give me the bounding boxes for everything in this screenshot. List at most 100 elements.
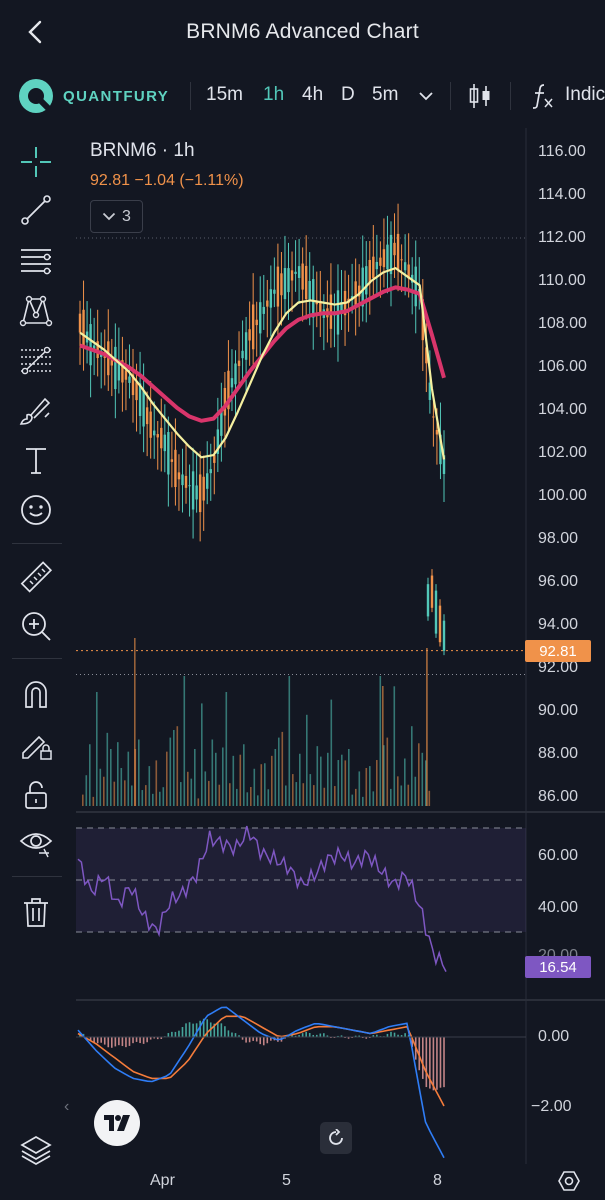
volume-bar xyxy=(260,764,263,806)
volume-bar xyxy=(299,753,301,806)
horizontal-lines-icon xyxy=(21,249,51,275)
chevron-down-icon xyxy=(102,212,116,221)
candle-body xyxy=(142,390,145,427)
candle-body xyxy=(78,313,82,333)
emoji-tool[interactable] xyxy=(16,490,56,530)
candle-body xyxy=(188,485,191,487)
timeframe-1h[interactable]: 1h xyxy=(263,84,284,106)
candle-body xyxy=(230,378,234,388)
candle-body xyxy=(153,430,156,436)
chevron-down-icon xyxy=(419,92,433,101)
rsi-current-tag: 16.54 xyxy=(525,956,591,978)
trend-line-tool[interactable] xyxy=(16,190,56,230)
macd-histogram-bar xyxy=(234,1033,237,1037)
volume-bar xyxy=(92,796,95,806)
volume-bar xyxy=(292,774,294,806)
volume-bar xyxy=(257,795,259,806)
volume-bar xyxy=(320,756,322,806)
measure-tool[interactable] xyxy=(16,558,56,598)
brush-tool[interactable] xyxy=(16,390,56,430)
candle-body xyxy=(195,485,198,500)
volume-bar xyxy=(288,676,291,806)
volume-bar xyxy=(376,760,378,806)
chart-settings-button[interactable] xyxy=(552,1166,586,1196)
volume-bar xyxy=(369,766,371,806)
hide-drawings-tool[interactable] xyxy=(16,822,56,862)
text-icon xyxy=(26,448,46,474)
macd-histogram-bar xyxy=(266,1037,269,1044)
macd-histogram-bar xyxy=(121,1037,124,1047)
object-tree-button[interactable] xyxy=(16,1130,56,1170)
macd-histogram-bar xyxy=(178,1030,180,1037)
rsi-axis-label: 60.00 xyxy=(538,847,579,864)
candle-body xyxy=(354,281,357,306)
candle-body xyxy=(290,270,294,281)
toggle-toolbar-button[interactable]: ‹ xyxy=(64,1098,69,1116)
candle-body xyxy=(301,263,304,290)
candle-body xyxy=(304,265,308,300)
volume-bar xyxy=(390,788,392,806)
zoom-tool[interactable] xyxy=(16,606,56,646)
current-price-tag: 92.81 xyxy=(525,640,591,662)
lock-drawings-tool[interactable] xyxy=(16,774,56,814)
indicators-button[interactable] xyxy=(530,82,556,110)
volume-bar xyxy=(407,784,410,806)
timeframe-4h[interactable]: 4h xyxy=(302,84,323,106)
volume-bar xyxy=(208,780,210,806)
tradingview-logo[interactable] xyxy=(94,1100,140,1146)
candle-body xyxy=(255,319,258,326)
indicators-label[interactable]: Indic xyxy=(565,84,605,106)
remove-drawings-tool[interactable] xyxy=(16,892,56,932)
macd-histogram-bar xyxy=(174,1031,177,1037)
volume-bar xyxy=(274,749,277,806)
price-axis-label: 86.00 xyxy=(538,788,579,805)
macd-histogram-bar xyxy=(142,1037,145,1044)
candle-body xyxy=(273,289,276,294)
volume-bar xyxy=(355,788,357,806)
horizontal-lines-tool[interactable] xyxy=(16,240,56,280)
candle-body xyxy=(198,474,202,513)
candle-body xyxy=(251,304,255,350)
brand-name: QUANTFURY xyxy=(63,87,170,105)
volume-bar xyxy=(306,714,308,806)
candle-body xyxy=(89,324,92,366)
volume-bar xyxy=(337,760,340,806)
stay-in-drawing-mode-tool[interactable] xyxy=(16,724,56,764)
volume-bar xyxy=(309,774,312,806)
pattern-tool[interactable] xyxy=(16,290,56,330)
chart-type-button[interactable] xyxy=(468,82,492,110)
candle-body xyxy=(184,475,188,488)
fib-tool[interactable] xyxy=(16,340,56,380)
macd-histogram-bar xyxy=(425,1037,428,1088)
back-button[interactable] xyxy=(26,14,66,50)
crosshair-tool[interactable] xyxy=(16,142,56,182)
volume-bar xyxy=(246,792,249,806)
text-tool[interactable] xyxy=(16,440,56,480)
volume-bar xyxy=(89,744,91,806)
macd-histogram-bar xyxy=(432,1037,435,1091)
candle-body xyxy=(135,382,138,401)
volume-bar xyxy=(365,768,368,806)
tool-divider xyxy=(12,658,62,659)
candle-body xyxy=(432,416,435,418)
candle-body xyxy=(434,590,438,634)
candle-body xyxy=(145,407,149,425)
candle-body xyxy=(213,455,216,463)
timeframe-15m[interactable]: 15m xyxy=(206,84,243,106)
timeframe-dropdown-button[interactable] xyxy=(418,82,434,110)
candle-body xyxy=(124,370,128,380)
candle-body xyxy=(262,306,265,314)
candle-body xyxy=(209,469,212,474)
timeframe-d[interactable]: D xyxy=(341,84,355,106)
volume-bar xyxy=(232,755,235,806)
magnet-tool[interactable] xyxy=(16,674,56,714)
magnet-icon xyxy=(25,681,47,708)
timeframe-5m[interactable]: 5m xyxy=(372,84,398,106)
volume-bar xyxy=(344,760,347,806)
indicators-collapse-button[interactable]: 3 xyxy=(90,200,143,233)
volume-bar xyxy=(382,686,384,806)
volume-bar xyxy=(148,766,151,806)
macd-histogram-bar xyxy=(248,1037,251,1043)
volume-bar xyxy=(404,758,406,806)
reset-chart-button[interactable] xyxy=(320,1122,352,1154)
